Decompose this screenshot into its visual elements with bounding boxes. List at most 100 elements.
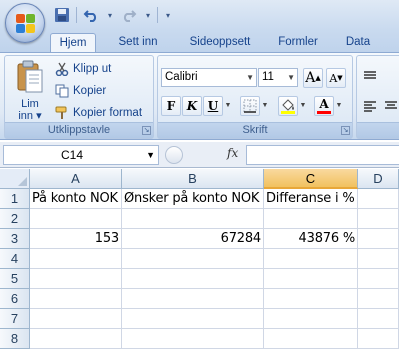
borders-button[interactable]: [240, 96, 260, 116]
row-header-1[interactable]: 1: [0, 189, 30, 209]
column-header-b[interactable]: B: [122, 169, 264, 189]
tab-data[interactable]: Data: [336, 33, 380, 53]
save-icon[interactable]: [52, 5, 72, 25]
cell-b7[interactable]: [122, 309, 264, 329]
cell-c7[interactable]: [264, 309, 358, 329]
cell-c5[interactable]: [264, 269, 358, 289]
fill-color-button[interactable]: [278, 96, 298, 116]
column-header-d[interactable]: D: [358, 169, 399, 189]
cell-d6[interactable]: [358, 289, 399, 309]
paste-label-line1: Lim: [21, 98, 39, 110]
cell-c4[interactable]: [264, 249, 358, 269]
row-header-2[interactable]: 2: [0, 209, 30, 229]
redo-dropdown-icon[interactable]: ▾: [143, 11, 153, 20]
row-header-5[interactable]: 5: [0, 269, 30, 289]
cell-a4[interactable]: [30, 249, 122, 269]
paste-label-line2: inn ▾: [18, 110, 42, 122]
tab-formler[interactable]: Formler: [268, 33, 328, 53]
cell-b6[interactable]: [122, 289, 264, 309]
row-header-3[interactable]: 3: [0, 229, 30, 249]
column-header-c[interactable]: C: [264, 169, 358, 189]
cell-c3[interactable]: 43876 %: [264, 229, 358, 249]
scissors-icon: [55, 62, 69, 76]
font-name-value: Calibri: [165, 71, 198, 83]
cell-b8[interactable]: [122, 329, 264, 349]
cell-d7[interactable]: [358, 309, 399, 329]
cell-b2[interactable]: [122, 209, 264, 229]
cell-d3[interactable]: [358, 229, 399, 249]
alignment-group: [356, 55, 399, 139]
tab-sett-inn[interactable]: Sett inn: [108, 33, 168, 53]
cell-d8[interactable]: [358, 329, 399, 349]
cell-c6[interactable]: [264, 289, 358, 309]
cell-d4[interactable]: [358, 249, 399, 269]
font-color-button[interactable]: A: [314, 96, 334, 116]
cell-a3[interactable]: 153: [30, 229, 122, 249]
formula-bar: C14 ▼ fx: [0, 142, 399, 168]
row-header-6[interactable]: 6: [0, 289, 30, 309]
shrink-font-button[interactable]: A ▼: [326, 68, 346, 88]
cell-d1[interactable]: [358, 189, 399, 209]
font-size-dropdown-icon: ▼: [287, 73, 295, 82]
redo-icon[interactable]: [119, 5, 139, 25]
cell-c2[interactable]: [264, 209, 358, 229]
row-header-8[interactable]: 8: [0, 329, 30, 349]
formula-bar-resize-handle[interactable]: [165, 146, 183, 164]
cell-a8[interactable]: [30, 329, 122, 349]
copy-button[interactable]: Kopier: [55, 82, 106, 100]
name-box[interactable]: C14 ▼: [3, 145, 159, 165]
column-header-a[interactable]: A: [30, 169, 122, 189]
clipboard-group: Lim inn ▾ Klipp ut Kopier Kopier format …: [4, 55, 154, 139]
cell-c1[interactable]: Differanse i %: [264, 189, 358, 209]
row-header-7[interactable]: 7: [0, 309, 30, 329]
format-painter-button[interactable]: Kopier format: [55, 104, 142, 122]
clipboard-dialog-launcher-icon[interactable]: ↘: [142, 126, 151, 135]
cell-d2[interactable]: [358, 209, 399, 229]
cell-b4[interactable]: [122, 249, 264, 269]
qat-separator: [157, 7, 158, 23]
underline-button[interactable]: U: [203, 96, 223, 116]
cell-b1[interactable]: Ønsker på konto NOK: [122, 189, 264, 209]
customize-dropdown-icon[interactable]: ▾: [162, 11, 174, 20]
undo-dropdown-icon[interactable]: ▾: [105, 11, 115, 20]
borders-dropdown-icon[interactable]: ▼: [261, 96, 269, 116]
italic-button[interactable]: K: [182, 96, 202, 116]
cell-a2[interactable]: [30, 209, 122, 229]
cell-a5[interactable]: [30, 269, 122, 289]
paste-icon: [17, 60, 43, 93]
font-name-select[interactable]: Calibri ▼: [161, 68, 257, 87]
cell-d5[interactable]: [358, 269, 399, 289]
formula-input[interactable]: [246, 145, 399, 165]
cell-a6[interactable]: [30, 289, 122, 309]
paste-button[interactable]: Lim inn ▾: [11, 60, 49, 122]
office-logo-icon: [16, 14, 36, 34]
bold-button[interactable]: F: [161, 96, 181, 116]
align-left-icon[interactable]: [360, 96, 380, 116]
tab-hjem[interactable]: Hjem: [50, 33, 96, 53]
align-top-icon[interactable]: [360, 66, 380, 86]
underline-dropdown-icon[interactable]: ▼: [224, 96, 232, 116]
undo-icon[interactable]: [81, 5, 101, 25]
cell-b5[interactable]: [122, 269, 264, 289]
format-painter-icon: [55, 106, 67, 119]
row-header-4[interactable]: 4: [0, 249, 30, 269]
select-all-corner[interactable]: [0, 169, 30, 189]
grow-font-button[interactable]: A ▲: [303, 68, 323, 88]
font-size-select[interactable]: 11 ▼: [258, 68, 298, 87]
clipboard-group-label: Utklippstavle: [5, 122, 153, 138]
cut-button[interactable]: Klipp ut: [55, 60, 111, 78]
cell-a7[interactable]: [30, 309, 122, 329]
name-box-dropdown-icon[interactable]: ▼: [146, 146, 155, 164]
cell-a1[interactable]: På konto NOK: [30, 189, 122, 209]
align-center-icon[interactable]: [381, 96, 399, 116]
tab-sideoppsett[interactable]: Sideoppsett: [180, 33, 260, 53]
cell-c8[interactable]: [264, 329, 358, 349]
fill-color-dropdown-icon[interactable]: ▼: [299, 96, 307, 116]
font-color-dropdown-icon[interactable]: ▼: [335, 96, 343, 116]
copy-label: Kopier: [73, 85, 107, 97]
font-dialog-launcher-icon[interactable]: ↘: [341, 126, 350, 135]
insert-function-button[interactable]: fx: [227, 146, 238, 160]
cell-b3[interactable]: 67284: [122, 229, 264, 249]
alignment-group-label: [357, 122, 399, 138]
office-button[interactable]: [5, 3, 45, 43]
